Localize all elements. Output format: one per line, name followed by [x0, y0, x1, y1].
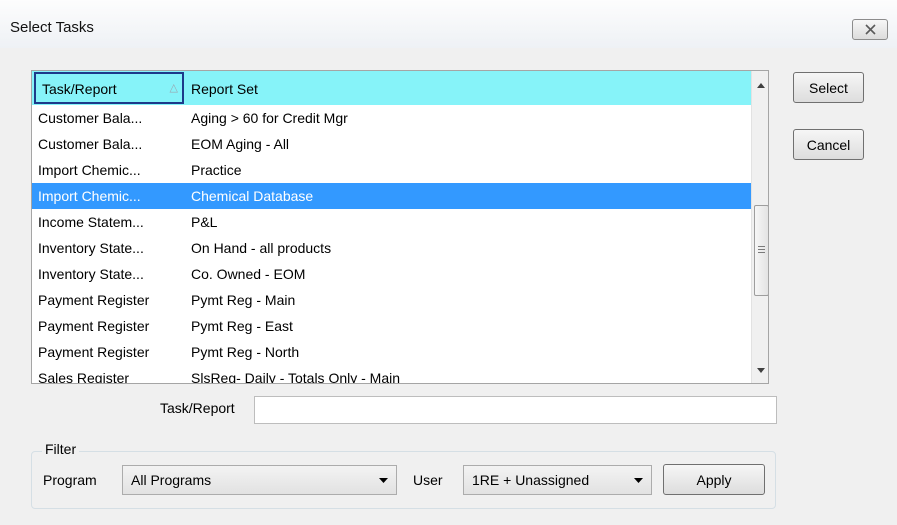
list-item[interactable]: Customer Bala... Aging > 60 for Credit Mg…	[32, 105, 751, 131]
list-item[interactable]: Sales Register SlsReg- Daily - Totals Onl…	[32, 365, 751, 384]
cell-report-set: Co. Owned - EOM	[191, 266, 306, 282]
task-report-input[interactable]	[254, 396, 777, 424]
vertical-scrollbar[interactable]	[751, 71, 768, 383]
cell-task-report: Inventory State...	[38, 240, 144, 256]
list-item[interactable]: Payment Register Pymt Reg - East	[32, 313, 751, 339]
task-report-label: Task/Report	[160, 400, 235, 416]
close-button[interactable]	[852, 19, 888, 40]
task-report-list[interactable]: Task/Report △ Report Set Customer Bala..…	[31, 70, 769, 384]
window-title: Select Tasks	[10, 19, 94, 36]
column-header-label: Task/Report	[42, 81, 117, 97]
cell-report-set: Aging > 60 for Credit Mgr	[191, 110, 348, 126]
title-bar: Select Tasks	[0, 0, 897, 48]
list-item[interactable]: Customer Bala... EOM Aging - All	[32, 131, 751, 157]
cell-task-report: Income Statem...	[38, 214, 144, 230]
cell-task-report: Payment Register	[38, 292, 150, 308]
list-item[interactable]: Inventory State... On Hand - all products	[32, 235, 751, 261]
cell-task-report: Payment Register	[38, 344, 150, 360]
grip-line	[758, 246, 765, 247]
list-header: Task/Report △ Report Set	[32, 71, 751, 105]
select-tasks-dialog: Select Tasks Task/Report △ Report Set Cu…	[0, 0, 897, 525]
cancel-button[interactable]: Cancel	[793, 129, 864, 160]
cell-report-set: Pymt Reg - North	[191, 344, 300, 360]
cell-report-set: Chemical Database	[191, 188, 314, 204]
cell-task-report: Sales Register	[38, 370, 130, 384]
program-label: Program	[43, 472, 97, 488]
program-dropdown-value: All Programs	[131, 472, 212, 488]
filter-legend: Filter	[42, 441, 80, 457]
user-label: User	[413, 472, 443, 488]
cell-report-set: Practice	[191, 162, 242, 178]
apply-button[interactable]: Apply	[663, 464, 765, 495]
list-item[interactable]: Import Chemic... Chemical Database	[32, 183, 751, 209]
cell-report-set: Pymt Reg - East	[191, 318, 293, 334]
list-item[interactable]: Payment Register Pymt Reg - Main	[32, 287, 751, 313]
user-dropdown[interactable]: 1RE + Unassigned	[463, 465, 652, 495]
cell-report-set: SlsReg- Daily - Totals Only - Main	[191, 370, 401, 384]
cell-task-report: Customer Bala...	[38, 110, 143, 126]
grip-line	[758, 252, 765, 253]
list-item[interactable]: Inventory State... Co. Owned - EOM	[32, 261, 751, 287]
scroll-up-button[interactable]	[752, 76, 768, 94]
column-header-report-set[interactable]: Report Set	[191, 72, 691, 104]
arrow-down-icon	[757, 367, 765, 373]
scroll-down-button[interactable]	[752, 361, 768, 379]
close-icon	[864, 24, 876, 35]
select-button[interactable]: Select	[793, 72, 864, 103]
cell-report-set: On Hand - all products	[191, 240, 332, 256]
column-header-task-report[interactable]: Task/Report △	[34, 72, 184, 104]
list-rows: Customer Bala... Aging > 60 for Credit Mg…	[32, 105, 751, 384]
scroll-thumb[interactable]	[754, 205, 768, 296]
list-item[interactable]: Income Statem... P&L	[32, 209, 751, 235]
program-dropdown[interactable]: All Programs	[122, 465, 397, 495]
arrow-up-icon	[757, 82, 765, 88]
cell-task-report: Import Chemic...	[38, 162, 141, 178]
cell-report-set: P&L	[191, 214, 218, 230]
cell-task-report: Inventory State...	[38, 266, 144, 282]
sort-ascending-icon: △	[169, 82, 178, 94]
chevron-down-icon	[378, 477, 388, 483]
chevron-down-icon	[633, 477, 643, 483]
cell-report-set: EOM Aging - All	[191, 136, 290, 152]
cell-task-report: Customer Bala...	[38, 136, 143, 152]
cell-task-report: Import Chemic...	[38, 188, 141, 204]
list-item[interactable]: Payment Register Pymt Reg - North	[32, 339, 751, 365]
grip-line	[758, 249, 765, 250]
cell-task-report: Payment Register	[38, 318, 150, 334]
cell-report-set: Pymt Reg - Main	[191, 292, 296, 308]
user-dropdown-value: 1RE + Unassigned	[472, 472, 590, 488]
dialog-body: Task/Report △ Report Set Customer Bala..…	[0, 48, 897, 525]
list-item[interactable]: Import Chemic... Practice	[32, 157, 751, 183]
